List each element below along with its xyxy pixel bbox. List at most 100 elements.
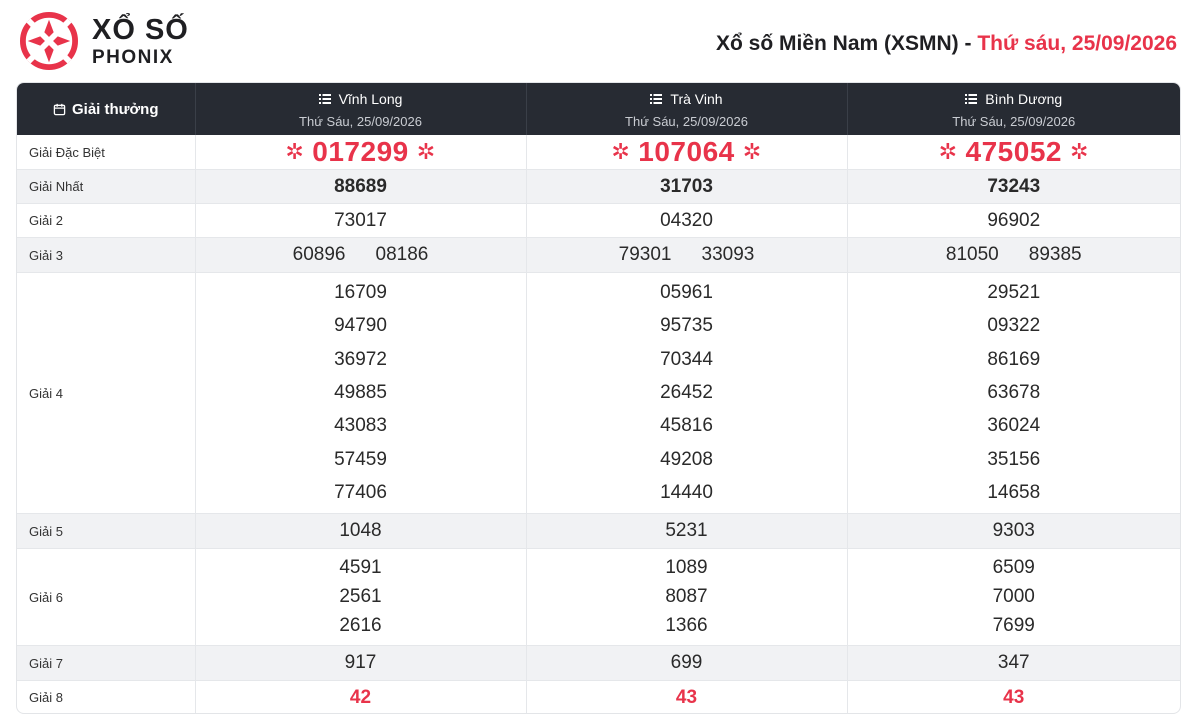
province-date: Thứ Sáu, 25/09/2026: [625, 114, 748, 129]
result-number: 77406: [334, 481, 387, 503]
result-cell: 73243: [847, 169, 1180, 204]
result-cell: 16709 94790 36972 49885 43083 57459 7740…: [195, 272, 527, 514]
result-cell: 1048: [195, 513, 527, 549]
results-table: Giải thưởng Vĩnh Long Thứ Sáu, 25/09/202…: [16, 82, 1181, 714]
prize-column-header: Giải thưởng: [17, 83, 196, 135]
special-number: 017299: [312, 136, 409, 167]
table-row-giai-7: Giải 7 917 699 347: [17, 645, 1180, 681]
result-cell: 43: [847, 681, 1180, 714]
result-number: 43: [675, 686, 698, 708]
list-icon: [965, 94, 978, 104]
star-icon: ✲: [285, 139, 305, 164]
prize-label: Giải 2: [17, 203, 196, 238]
result-number: 86169: [987, 348, 1041, 370]
logo-line2: PHONIX: [92, 46, 174, 68]
result-number: 45816: [660, 415, 713, 437]
province-header-vinh-long[interactable]: Vĩnh Long Thứ Sáu, 25/09/2026: [195, 83, 527, 135]
result-number: 70344: [660, 348, 713, 370]
result-cell: 31703: [526, 169, 848, 204]
prize-label: Giải 6: [17, 548, 196, 646]
page-title-date: Thứ sáu, 25/09/2026: [977, 32, 1177, 55]
result-number: 29521: [987, 282, 1041, 303]
calendar-icon: [53, 103, 66, 115]
result-number: 63678: [987, 381, 1041, 403]
result-number: 95735: [660, 315, 713, 337]
prize-label: Giải 7: [17, 645, 196, 681]
province-name: Bình Dương: [985, 91, 1063, 107]
result-number: 73243: [987, 175, 1041, 197]
result-number: 16709: [334, 282, 387, 303]
result-cell: 43: [526, 680, 848, 713]
result-number: 7000: [992, 586, 1035, 607]
result-number: 81050: [945, 244, 999, 265]
result-cell: 42: [195, 680, 527, 713]
prize-label: Giải 3: [17, 237, 196, 273]
prize-label: Giải Đặc Biệt: [17, 135, 196, 170]
result-number: 36972: [334, 348, 387, 370]
prize-label: Giải 5: [17, 513, 196, 549]
result-number: 2561: [339, 586, 382, 607]
header: XỔ SỐ PHONIX Xổ số Miền Nam (XSMN) - Thứ…: [0, 0, 1199, 80]
result-cell: 5231: [526, 513, 848, 549]
result-number: 42: [349, 686, 372, 708]
result-number: 60896: [292, 244, 346, 265]
result-cell: 699: [526, 645, 848, 681]
prize-label: Giải Nhất: [17, 169, 196, 204]
result-cell: 73017: [195, 203, 527, 238]
result-number: 08186: [375, 244, 429, 265]
prize-label: Giải 8: [17, 680, 196, 713]
province-header-binh-duong[interactable]: Bình Dương Thứ Sáu, 25/09/2026: [847, 83, 1180, 135]
page-title: Xổ số Miền Nam (XSMN) - Thứ sáu, 25/09/2…: [716, 32, 1177, 56]
result-number: 94790: [334, 315, 387, 337]
province-date: Thứ Sáu, 25/09/2026: [952, 114, 1076, 129]
result-number: 09322: [987, 315, 1041, 337]
result-number: 57459: [334, 448, 387, 470]
table-row-giai-nhat: Giải Nhất 88689 31703 73243: [17, 169, 1180, 204]
result-number: 7699: [992, 615, 1035, 636]
result-cell: ✲ 475052 ✲: [847, 135, 1180, 170]
star-icon: ✲: [938, 139, 958, 164]
result-cell: 79301 33093: [526, 237, 848, 273]
logo-line1: XỔ SỐ: [92, 13, 189, 46]
result-number: 33093: [701, 244, 755, 265]
result-number: 1366: [665, 615, 708, 636]
result-cell: 60896 08186: [195, 237, 527, 273]
province-header-tra-vinh[interactable]: Trà Vinh Thứ Sáu, 25/09/2026: [526, 83, 848, 135]
result-number: 49885: [334, 381, 387, 403]
result-cell: 96902: [847, 203, 1180, 238]
result-number: 1089: [665, 557, 708, 578]
list-icon: [650, 94, 663, 104]
result-number: 14658: [987, 481, 1041, 503]
result-cell: 917: [195, 645, 527, 681]
result-number: 26452: [660, 381, 713, 403]
result-cell: 05961 95735 70344 26452 45816 49208 1444…: [526, 272, 848, 514]
result-number: 79301: [618, 244, 672, 265]
special-number: 475052: [965, 136, 1062, 167]
site-logo[interactable]: XỔ SỐ PHONIX: [20, 12, 189, 70]
result-number: 36024: [987, 415, 1041, 437]
result-number: 35156: [987, 448, 1041, 470]
result-number: 89385: [1028, 244, 1082, 265]
result-cell: 04320: [526, 203, 848, 238]
province-date: Thứ Sáu, 25/09/2026: [299, 114, 422, 129]
result-cell: 81050 89385: [847, 237, 1180, 273]
table-row-giai-3: Giải 3 60896 08186 79301 33093 81050 89385: [17, 237, 1180, 273]
table-row-giai-4: Giải 4 16709 94790 36972 49885 43083 574…: [17, 272, 1180, 514]
result-cell: 88689: [195, 169, 527, 204]
result-cell: 9303: [847, 513, 1180, 549]
result-cell: ✲ 107064 ✲: [526, 135, 848, 170]
result-cell: ✲ 017299 ✲: [195, 135, 527, 170]
result-cell: 1089 8087 1366: [526, 548, 848, 646]
table-row-giai-8: Giải 8 42 43 43: [17, 680, 1180, 714]
result-number: 49208: [660, 448, 713, 470]
result-cell: 29521 09322 86169 63678 36024 35156 1465…: [847, 272, 1180, 514]
table-row-giai-5: Giải 5 1048 5231 9303: [17, 513, 1180, 549]
result-cell: 4591 2561 2616: [195, 548, 527, 646]
star-icon: ✲: [1069, 139, 1089, 164]
result-number: 43: [1003, 686, 1025, 708]
result-number: 43083: [334, 415, 387, 437]
page-title-prefix: Xổ số Miền Nam (XSMN) -: [715, 32, 978, 55]
special-number: 107064: [638, 136, 735, 167]
table-row-giai-dac-biet: Giải Đặc Biệt ✲ 017299 ✲ ✲ 107064 ✲ ✲ 475052 ✲: [17, 135, 1180, 170]
result-number: 05961: [660, 282, 713, 303]
